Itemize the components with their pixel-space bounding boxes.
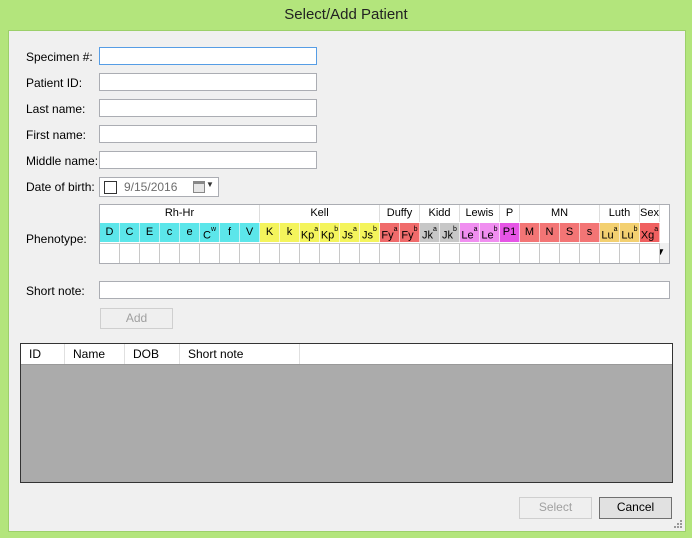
antigen-kp-a: Kpa [300,223,320,242]
phenotype-result-cell[interactable] [440,243,460,263]
antigen-s: s [580,223,600,242]
phenotype-result-cell[interactable] [240,243,260,263]
dialog-client: Specimen #: Patient ID: Last name: First… [8,30,686,532]
phenotype-label: Phenotype: [26,232,87,246]
phenotype-grid[interactable]: ▼ Rh-Hr D C Ec e Cw f V Kell Kk Kpa Kpb Jsa Jsb Duffy F… [99,204,670,264]
phenotype-result-cell[interactable] [140,243,160,263]
phenotype-result-cell[interactable] [500,243,520,263]
short-note-input[interactable] [99,281,670,299]
specimen-input[interactable] [99,47,317,65]
calendar-icon[interactable] [193,181,205,193]
antigen-d: D [100,223,120,242]
antigen-v: V [240,223,260,242]
phenotype-result-cell[interactable] [640,243,660,263]
antigen-lu-a: Lua [600,223,620,242]
antigen-le-a: Lea [460,223,480,242]
patient-results-grid[interactable]: ID Name DOB Short note [20,343,673,483]
phenotype-result-cell[interactable] [220,243,240,263]
cancel-button[interactable]: Cancel [599,497,672,519]
antigen-fy-a: Fya [380,223,400,242]
phenotype-result-cell[interactable] [120,243,140,263]
dob-picker[interactable]: 9/15/2016 ▼ [99,177,219,197]
select-button[interactable]: Select [519,497,592,519]
specimen-label: Specimen #: [26,50,93,64]
antigen-c: c [160,223,180,242]
dob-value: 9/15/2016 [124,180,178,194]
antigen-jk-b: Jkb [440,223,460,242]
last-name-label: Last name: [26,102,86,116]
phenotype-group-kidd: Kidd [420,205,460,222]
antigen-k: K [260,223,280,242]
phenotype-result-cell[interactable] [280,243,300,263]
grid-header: ID Name DOB Short note [21,344,672,365]
phenotype-result-cell[interactable] [580,243,600,263]
phenotype-group-mn: MN [520,205,600,222]
phenotype-result-cell[interactable] [540,243,560,263]
phenotype-group-p: P [500,205,520,222]
phenotype-result-cell[interactable] [620,243,640,263]
antigen-s: S [560,223,580,242]
chevron-down-icon[interactable]: ▼ [206,180,214,189]
antigen-k: k [280,223,300,242]
antigen-e: e [180,223,200,242]
phenotype-result-cell[interactable] [340,243,360,263]
antigen-js-b: Jsb [360,223,380,242]
phenotype-result-cell[interactable] [300,243,320,263]
add-button[interactable]: Add [100,308,173,329]
antigen-js-a: Jsa [340,223,360,242]
antigen-lu-b: Lub [620,223,640,242]
antigen-le-b: Leb [480,223,500,242]
phenotype-result-cell[interactable] [100,243,120,263]
phenotype-result-cell[interactable] [480,243,500,263]
antigen-fy-b: Fyb [400,223,420,242]
dob-label: Date of birth: [26,180,95,194]
patient-id-input[interactable] [99,73,317,91]
antigen-c-w: Cw [200,223,220,242]
phenotype-result-cell[interactable] [520,243,540,263]
phenotype-result-cell[interactable] [420,243,440,263]
phenotype-group-lewis: Lewis [460,205,500,222]
middle-name-input[interactable] [99,151,317,169]
short-note-label: Short note: [26,284,85,298]
phenotype-result-cell[interactable] [600,243,620,263]
antigen-e: E [140,223,160,242]
antigen-c: C [120,223,140,242]
resize-grip-icon[interactable] [673,519,683,529]
phenotype-group-rh-hr: Rh-Hr [100,205,260,222]
phenotype-result-cell[interactable] [180,243,200,263]
column-header-name[interactable]: Name [65,344,125,364]
antigen-m: M [520,223,540,242]
antigen-kp-b: Kpb [320,223,340,242]
phenotype-group-kell: Kell [260,205,380,222]
dob-checkbox[interactable] [104,181,117,194]
phenotype-result-cell[interactable] [460,243,480,263]
phenotype-group-duffy: Duffy [380,205,420,222]
phenotype-group-luth: Luth [600,205,640,222]
phenotype-result-cell[interactable] [260,243,280,263]
first-name-label: First name: [26,128,87,142]
phenotype-result-cell[interactable] [200,243,220,263]
last-name-input[interactable] [99,99,317,117]
first-name-input[interactable] [99,125,317,143]
antigen-n: N [540,223,560,242]
patient-id-label: Patient ID: [26,76,83,90]
phenotype-result-cell[interactable] [160,243,180,263]
antigen-f: f [220,223,240,242]
column-header-dob[interactable]: DOB [125,344,180,364]
phenotype-result-cell[interactable] [380,243,400,263]
antigen-p1: P1 [500,223,520,242]
column-header-id[interactable]: ID [21,344,65,364]
phenotype-result-cell[interactable] [560,243,580,263]
antigen-xg-a: Xga [640,223,660,242]
window-title: Select/Add Patient [284,6,408,23]
phenotype-result-cell[interactable] [400,243,420,263]
antigen-jk-a: Jka [420,223,440,242]
phenotype-group-sex: Sex [640,205,660,222]
middle-name-label: Middle name: [26,154,99,168]
phenotype-result-cell[interactable] [360,243,380,263]
phenotype-result-cell[interactable] [320,243,340,263]
column-header-short-note[interactable]: Short note [180,344,300,364]
